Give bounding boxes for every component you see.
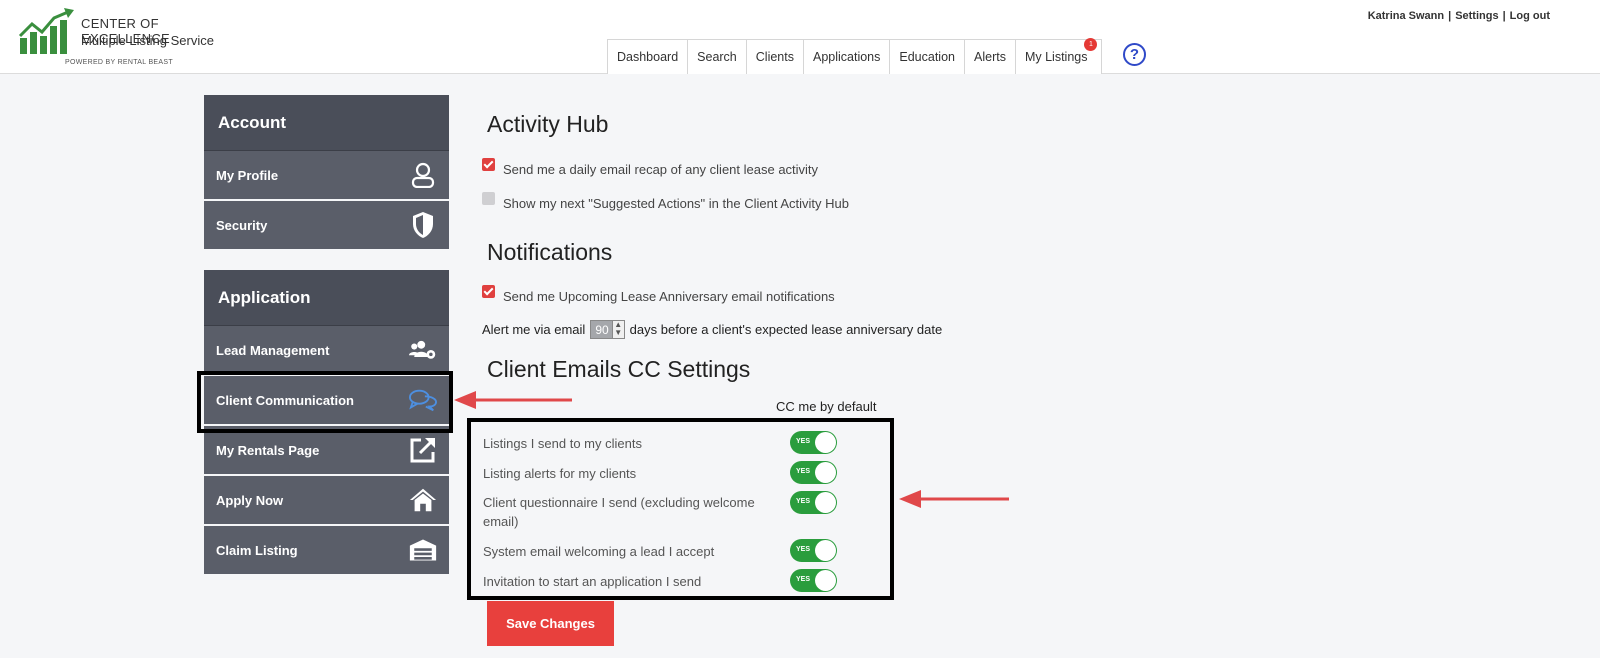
alert-days-stepper[interactable]: 90 ▲ ▼ (590, 320, 625, 339)
account-heading: Account (204, 95, 449, 151)
help-icon[interactable]: ? (1123, 43, 1146, 66)
notification-badge: 1 (1084, 38, 1098, 51)
home-icon (409, 486, 437, 514)
notifications-title: Notifications (487, 239, 613, 265)
toggle-knob (815, 570, 836, 591)
lease-anniversary-option[interactable]: Send me Upcoming Lease Anniversary email… (482, 285, 835, 304)
cc-row-label: Invitation to start an application I sen… (483, 574, 702, 589)
user-links: Katrina Swann | Settings | Log out (1368, 10, 1550, 22)
sidebar-item-my-rentals-page[interactable]: My Rentals Page (204, 426, 449, 476)
application-heading: Application (204, 270, 449, 326)
stepper-arrows-icon[interactable]: ▲ ▼ (611, 321, 624, 338)
option-label: Send me a daily email recap of any clien… (503, 162, 819, 177)
cc-row-label: Listing alerts for my clients (483, 466, 637, 481)
logout-link[interactable]: Log out (1510, 10, 1550, 22)
nav-tab-search[interactable]: Search (687, 39, 747, 74)
toggle-text: YES (796, 438, 811, 445)
nav-tab-alerts[interactable]: Alerts (964, 39, 1016, 74)
alert-days-value: 90 (595, 322, 609, 337)
sidebar-item-security[interactable]: Security (204, 201, 449, 251)
toggle-text: YES (796, 468, 811, 475)
cc-toggle-questionnaire[interactable]: YES (790, 491, 837, 514)
account-panel: Account My Profile Security (204, 95, 449, 251)
garage-icon (409, 536, 437, 564)
cc-settings-title: Client Emails CC Settings (487, 356, 751, 382)
cc-toggle-welcome-email[interactable]: YES (790, 539, 837, 562)
settings-link[interactable]: Settings (1455, 10, 1498, 22)
cc-toggle-listings[interactable]: YES (790, 431, 837, 454)
cc-toggle-listing-alerts[interactable]: YES (790, 461, 837, 484)
sidebar-item-lead-management[interactable]: Lead Management (204, 326, 449, 376)
sidebar-item-label: Apply Now (216, 492, 284, 508)
nav-tab-education[interactable]: Education (889, 39, 965, 74)
top-header: CENTER OF EXCELLENCE Multiple Listing Se… (0, 0, 1600, 74)
highlight-box-client-communication (197, 371, 453, 433)
cc-row-label: Client questionnaire I send (excluding w… (483, 495, 755, 529)
logo-chart-icon (18, 8, 74, 54)
toggle-knob (815, 492, 836, 513)
activity-hub-title: Activity Hub (487, 111, 609, 137)
nav-tab-applications[interactable]: Applications (802, 39, 891, 74)
nav-tab-dashboard[interactable]: Dashboard (607, 39, 689, 74)
option-label: Send me Upcoming Lease Anniversary email… (503, 289, 835, 304)
cc-row-label: System email welcoming a lead I accept (483, 544, 715, 559)
alert-suffix: days before a client's expected lease an… (629, 322, 943, 337)
brand-powered-by: POWERED BY RENTAL BEAST (65, 59, 173, 66)
alert-prefix: Alert me via email (482, 322, 586, 337)
nav-tab-label: My Listings (1024, 50, 1088, 64)
option-label: Show my next "Suggested Actions" in the … (503, 196, 849, 211)
cc-row-label: Listings I send to my clients (483, 436, 642, 451)
user-icon (409, 161, 437, 189)
sidebar-item-my-profile[interactable]: My Profile (204, 151, 449, 201)
separator: | (1448, 10, 1452, 22)
alert-days-row: Alert me via email 90 ▲ ▼ days before a c… (482, 320, 942, 339)
checkbox-checked[interactable] (482, 285, 495, 298)
toggle-text: YES (796, 576, 811, 583)
brand-subtitle: Multiple Listing Service (81, 33, 214, 48)
sidebar-item-label: Lead Management (216, 342, 330, 358)
cc-toggle-application-invite[interactable]: YES (790, 569, 837, 592)
nav-tab-my-listings[interactable]: My Listings 1 (1014, 38, 1103, 74)
sidebar-item-label: Security (216, 217, 268, 233)
activity-daily-recap-option[interactable]: Send me a daily email recap of any clien… (482, 158, 819, 177)
toggle-text: YES (796, 498, 811, 505)
shield-icon (409, 211, 437, 239)
sidebar-item-claim-listing[interactable]: Claim Listing (204, 526, 449, 576)
sidebar-item-label: My Rentals Page (216, 442, 320, 458)
toggle-knob (815, 462, 836, 483)
annotation-arrow-icon (899, 490, 1009, 508)
nav-tab-clients[interactable]: Clients (745, 39, 804, 74)
toggle-knob (815, 432, 836, 453)
save-changes-button[interactable]: Save Changes (487, 601, 614, 646)
sidebar-item-label: My Profile (216, 167, 279, 183)
main-nav: Dashboard Search Clients Applications Ed… (607, 38, 1103, 74)
external-link-icon (409, 436, 437, 464)
toggle-text: YES (796, 546, 811, 553)
user-name[interactable]: Katrina Swann (1368, 10, 1444, 22)
sidebar-item-label: Claim Listing (216, 542, 298, 558)
activity-suggested-actions-option[interactable]: Show my next "Suggested Actions" in the … (482, 192, 849, 211)
cc-column-header: CC me by default (776, 399, 877, 414)
checkbox-checked[interactable] (482, 158, 495, 171)
sidebar-item-apply-now[interactable]: Apply Now (204, 476, 449, 526)
checkbox-unchecked[interactable] (482, 192, 495, 205)
brand-logo[interactable]: CENTER OF EXCELLENCE Multiple Listing Se… (18, 8, 238, 70)
toggle-knob (815, 540, 836, 561)
annotation-arrow-icon (454, 391, 572, 409)
users-gear-icon (409, 336, 437, 364)
separator: | (1502, 10, 1506, 22)
